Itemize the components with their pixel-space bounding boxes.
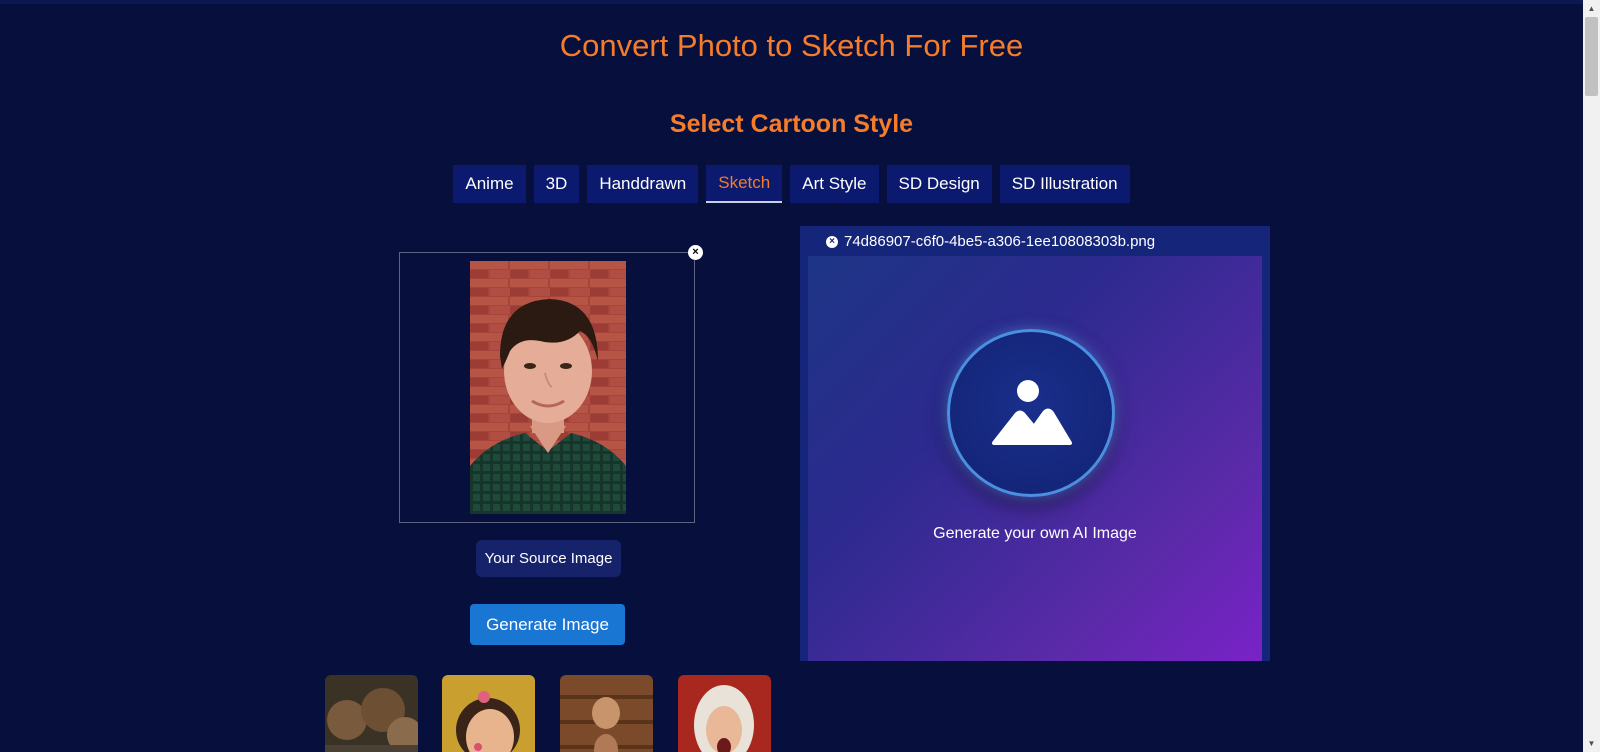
- style-tabs: Anime 3D Handdrawn Sketch Art Style SD D…: [0, 165, 1583, 203]
- tab-3d[interactable]: 3D: [533, 165, 580, 203]
- uploaded-file: × 74d86907-c6f0-4be5-a306-1ee10808303b.p…: [826, 233, 1155, 250]
- file-name: 74d86907-c6f0-4be5-a306-1ee10808303b.png: [844, 233, 1156, 250]
- page: Convert Photo to Sketch For Free Select …: [0, 0, 1600, 752]
- example-thumbnail-1[interactable]: [325, 675, 418, 752]
- remove-file-icon[interactable]: ×: [826, 235, 838, 248]
- scroll-thumb[interactable]: [1585, 17, 1598, 96]
- source-image-label: Your Source Image: [476, 540, 621, 577]
- tab-sd-design[interactable]: SD Design: [886, 165, 992, 203]
- source-photo: [470, 261, 626, 514]
- example-thumbnail-2[interactable]: [442, 675, 535, 752]
- scroll-up-icon[interactable]: ▲: [1583, 0, 1600, 17]
- placeholder-text: Generate your own AI Image: [933, 525, 1137, 542]
- page-title: Convert Photo to Sketch For Free: [559, 28, 1024, 63]
- generate-image-button[interactable]: Generate Image: [470, 604, 625, 645]
- image-icon: [992, 380, 1072, 445]
- tab-handdrawn[interactable]: Handdrawn: [587, 165, 699, 203]
- top-border: [0, 0, 1583, 4]
- section-title: Select Cartoon Style: [669, 110, 914, 138]
- tab-sd-illustration[interactable]: SD Illustration: [999, 165, 1130, 203]
- scrollbar[interactable]: ▲ ▼: [1583, 0, 1600, 752]
- scroll-down-icon[interactable]: ▼: [1583, 735, 1600, 752]
- remove-source-button[interactable]: ×: [688, 245, 703, 260]
- image-placeholder-circle: [947, 329, 1115, 497]
- tab-sketch[interactable]: Sketch: [706, 165, 783, 203]
- example-thumbnail-4[interactable]: [678, 675, 771, 752]
- example-thumbnail-3[interactable]: [560, 675, 653, 752]
- tab-anime[interactable]: Anime: [453, 165, 526, 203]
- tab-art-style[interactable]: Art Style: [790, 165, 879, 203]
